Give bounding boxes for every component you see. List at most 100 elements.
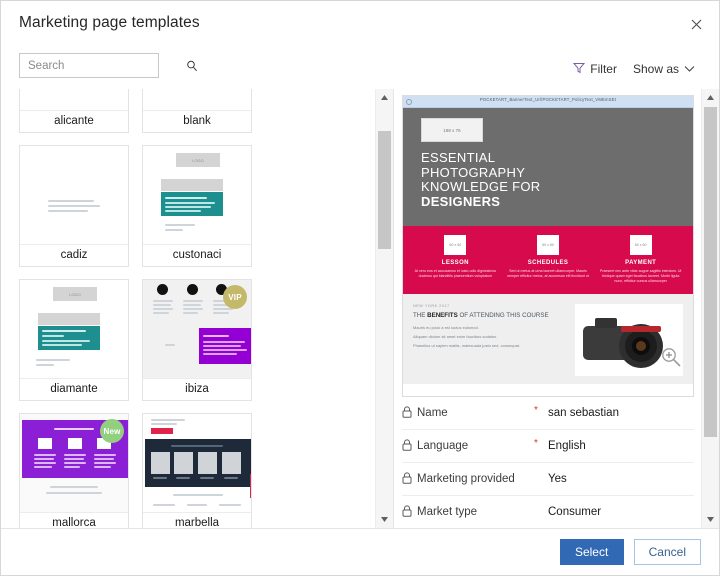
- close-icon: [691, 19, 702, 30]
- search-input[interactable]: [20, 54, 186, 77]
- template-card[interactable]: blank: [142, 89, 252, 133]
- template-card[interactable]: VIP ibiza: [142, 279, 252, 401]
- template-card[interactable]: alicante: [19, 89, 129, 133]
- property-row: Name * san sebastian: [402, 397, 694, 430]
- dialog-header: Marketing page templates: [1, 1, 719, 49]
- toolbar: Filter Show as: [1, 49, 719, 89]
- benefits-post: OF ATTENDING THIS COURSE: [457, 312, 549, 319]
- details-scrollbar[interactable]: [701, 89, 719, 528]
- template-details-panel: POCKETART_BannerText_Url/POCKETART_Polic…: [394, 89, 719, 528]
- page-title: Marketing page templates: [19, 14, 200, 31]
- details-scrollbar-thumb[interactable]: [704, 107, 717, 437]
- select-button[interactable]: Select: [559, 539, 624, 565]
- template-preview: POCKETART_BannerText_Url/POCKETART_Polic…: [402, 95, 694, 397]
- template-name: diamante: [20, 378, 128, 400]
- benefit-bullet: Mauris eu justo a est luctus euismod.: [413, 325, 479, 330]
- filter-icon: [573, 62, 586, 77]
- show-as-label: Show as: [632, 62, 679, 76]
- benefits-kicker: NEW YORK 2017: [413, 304, 450, 308]
- headline-line-1: ESSENTIAL: [421, 150, 496, 165]
- headline-line-4: DESIGNERS: [421, 193, 501, 209]
- preview-feature-column: 60 x 60 SCHEDULES Sed ut metus at urna l…: [502, 235, 595, 284]
- property-label-text: Market type: [417, 506, 478, 518]
- template-grid: alicante blank cadiz LOGO custonaci LOGO…: [19, 89, 375, 528]
- property-label: Name: [402, 405, 536, 421]
- template-card[interactable]: cadiz: [19, 145, 129, 267]
- feature-body: Sed ut metus at urna laoreet ullamcorper…: [507, 269, 589, 278]
- template-thumbnail: [143, 414, 251, 512]
- required-asterisk: *: [534, 438, 538, 449]
- template-card[interactable]: LOGO diamante: [19, 279, 129, 401]
- template-name: marbella: [143, 512, 251, 528]
- template-thumbnail: LOGO: [20, 280, 128, 378]
- template-thumbnail: [143, 89, 251, 110]
- template-name: custonaci: [143, 244, 251, 266]
- benefits-pre: THE: [413, 312, 428, 319]
- benefits-text: NEW YORK 2017 THE BENEFITS OF ATTENDING …: [413, 304, 567, 376]
- feature-body: Praesent nec ante vitae augue sagittis i…: [599, 269, 682, 283]
- gallery-scrollbar[interactable]: [375, 89, 393, 528]
- template-thumbnail: [20, 89, 128, 110]
- scroll-down-button[interactable]: [702, 511, 719, 528]
- benefits-heading: THE BENEFITS OF ATTENDING THIS COURSE: [413, 312, 567, 320]
- template-grid-scroll: alicante blank cadiz LOGO custonaci LOGO…: [1, 89, 375, 528]
- template-card[interactable]: LOGO custonaci: [142, 145, 252, 267]
- template-name: mallorca: [20, 512, 128, 528]
- benefits-bold: BENEFITS: [427, 312, 458, 319]
- show-as-button[interactable]: Show as: [625, 58, 703, 80]
- preview-feature-column: 60 x 60 LESSON At vero eos et accusamus …: [409, 235, 502, 284]
- gallery-scrollbar-thumb[interactable]: [378, 131, 391, 249]
- headline-line-2: PHOTOGRAPHY: [421, 164, 526, 180]
- preview-camera-image: [575, 304, 683, 376]
- marketing-page-templates-dialog: Marketing page templates Filter Show as: [0, 0, 720, 576]
- preview-browser-bar: POCKETART_BannerText_Url/POCKETART_Polic…: [403, 96, 693, 108]
- search-icon[interactable]: [186, 60, 198, 72]
- template-name: cadiz: [20, 244, 128, 266]
- property-value[interactable]: san sebastian: [536, 407, 619, 419]
- preview-headline: ESSENTIAL PHOTOGRAPHY KNOWLEDGE FOR DESI…: [421, 150, 693, 209]
- template-name: blank: [143, 110, 251, 132]
- scroll-down-button[interactable]: [376, 511, 393, 528]
- template-name: ibiza: [143, 378, 251, 400]
- property-label: Marketing provided: [402, 471, 536, 487]
- template-card[interactable]: New mallorca: [19, 413, 129, 528]
- scroll-up-button[interactable]: [376, 89, 393, 106]
- property-label: Language: [402, 438, 536, 454]
- zoom-preview-icon[interactable]: [661, 347, 681, 372]
- template-badge: VIP: [223, 285, 247, 309]
- feature-title: SCHEDULES: [527, 260, 569, 266]
- template-thumbnail: VIP: [143, 280, 251, 378]
- scroll-up-button[interactable]: [702, 89, 719, 106]
- template-card[interactable]: marbella: [142, 413, 252, 528]
- search-box[interactable]: [19, 53, 197, 78]
- benefit-bullet: Aliquam dictum sit amet enim faucibus so…: [413, 334, 498, 339]
- property-label: Market type: [402, 504, 536, 520]
- property-value[interactable]: Consumer: [536, 506, 601, 518]
- feature-title: LESSON: [441, 260, 469, 266]
- property-value[interactable]: English: [536, 440, 586, 452]
- filter-label: Filter: [590, 62, 617, 76]
- cancel-button[interactable]: Cancel: [633, 539, 701, 565]
- dialog-footer: Select Cancel: [1, 528, 719, 575]
- property-row: Market type Consumer: [402, 496, 694, 528]
- required-asterisk: *: [534, 405, 538, 416]
- lock-icon: [402, 405, 412, 421]
- lock-icon: [402, 438, 412, 454]
- property-label-text: Name: [417, 407, 448, 419]
- preview-logo-placeholder: 188 x 76: [421, 118, 483, 142]
- close-button[interactable]: [679, 7, 713, 41]
- property-label-text: Marketing provided: [417, 473, 515, 485]
- template-thumbnail: New: [20, 414, 128, 512]
- filter-button[interactable]: Filter: [565, 58, 625, 81]
- template-gallery: alicante blank cadiz LOGO custonaci LOGO…: [1, 89, 393, 528]
- details-scroll-content: POCKETART_BannerText_Url/POCKETART_Polic…: [394, 89, 702, 528]
- property-value[interactable]: Yes: [536, 473, 567, 485]
- preview-url: POCKETART_BannerText_Url/POCKETART_Polic…: [479, 97, 617, 102]
- lock-icon: [402, 471, 412, 487]
- feature-image-placeholder: 60 x 60: [444, 235, 467, 255]
- property-row: Marketing provided Yes: [402, 463, 694, 496]
- benefit-bullet: Phasellus ut sapien mattis, malesuada ju…: [413, 343, 521, 348]
- preview-dot-icon: [406, 98, 412, 105]
- preview-hero: 188 x 76 ESSENTIAL PHOTOGRAPHY KNOWLEDGE…: [403, 108, 693, 226]
- feature-title: PAYMENT: [625, 260, 657, 266]
